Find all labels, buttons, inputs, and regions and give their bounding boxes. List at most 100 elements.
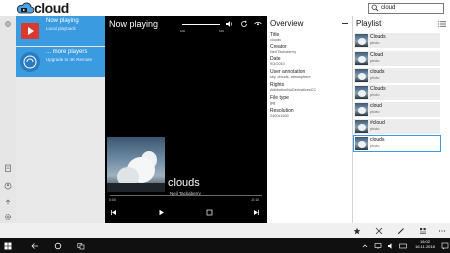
volume-min-label: 100 (180, 29, 186, 33)
volume-slider[interactable] (182, 24, 220, 25)
player-title: Now playing (46, 18, 79, 24)
cloud-logo-icon (16, 2, 34, 14)
edit-icon[interactable] (397, 227, 405, 235)
player-tile-more[interactable]: ... more players Upgrade to 4K Remote (16, 47, 105, 77)
field-value: Neil Tackaberry (270, 50, 297, 54)
item-name: Clouds (370, 34, 386, 40)
play-icon[interactable] (158, 209, 165, 216)
taskbar: 16:02 16.11.2018 (0, 238, 450, 253)
list-menu-icon[interactable] (438, 21, 446, 27)
notifications-icon[interactable] (441, 242, 449, 250)
item-type: photo (370, 76, 380, 80)
volume-slider-fill (182, 24, 220, 25)
photo-thumbnail (355, 137, 368, 150)
playlist-item[interactable]: clouds photo (354, 68, 440, 83)
item-name: Cloud (370, 52, 384, 58)
queue-icon[interactable] (419, 227, 427, 235)
item-name: clouds (370, 69, 385, 75)
item-type: photo (370, 93, 380, 97)
playlist-panel: Playlist Clouds photo Cloud photo clouds… (353, 16, 450, 223)
field-value: AttributionNoDerivativesCC (270, 88, 317, 92)
upload-icon[interactable] (4, 198, 12, 206)
search-icon[interactable] (371, 4, 379, 12)
stop-icon[interactable] (206, 209, 213, 216)
item-name: #cloud (370, 120, 385, 126)
repeat-icon[interactable] (240, 20, 248, 28)
field-value: jpg (270, 101, 276, 105)
playlist-item-selected[interactable]: clouds photo (353, 135, 441, 152)
photo-thumbnail (355, 69, 368, 82)
time-elapsed: 0:00 (109, 198, 116, 202)
search-input[interactable]: cloud (368, 3, 444, 14)
favorite-add-icon[interactable] (353, 227, 361, 235)
overview-field: Rights AttributionNoDerivativesCC (270, 82, 350, 93)
cortana-icon[interactable] (54, 242, 62, 250)
time-remaining: -0:10 (251, 198, 259, 202)
overview-panel: Overview Title clouds Creator Neil Tacka… (267, 16, 352, 223)
player-subtitle: Upgrade to 4K Remote (46, 57, 93, 62)
item-name: Clouds (370, 86, 386, 92)
album-art-image (107, 137, 165, 192)
windows-start-icon[interactable] (4, 242, 12, 250)
logo-text: cloud (34, 0, 69, 16)
app-window: cloud cloud Now playing Local playback .… (0, 0, 450, 253)
players-column: Now playing Local playback ... more play… (16, 16, 105, 223)
field-value: clouds (270, 38, 281, 42)
photo-thumbnail (355, 86, 368, 99)
item-name: cloud (370, 103, 382, 109)
playlist-item[interactable]: #cloud photo (354, 119, 440, 134)
chevron-up-icon[interactable] (361, 242, 369, 250)
local-playback-icon (21, 23, 39, 39)
photo-thumbnail (355, 34, 368, 47)
back-arrow-icon[interactable] (31, 242, 39, 250)
eye-icon[interactable] (254, 20, 262, 28)
task-view-icon[interactable] (77, 242, 85, 250)
seek-bar[interactable] (110, 195, 262, 196)
playlist-title: Playlist (356, 19, 382, 28)
item-type: photo (370, 110, 380, 114)
overview-field: Title clouds (270, 32, 350, 43)
photo-thumbnail (355, 120, 368, 133)
overview-field: Date 9/3/2010 (270, 56, 350, 67)
player-tile-local[interactable]: Now playing Local playback (16, 16, 105, 46)
overview-field: Creator Neil Tackaberry (270, 44, 350, 55)
song-title: clouds (168, 177, 200, 189)
now-playing-title: Now playing (109, 19, 159, 29)
playlist-item[interactable]: Clouds photo (354, 33, 440, 48)
item-name: clouds (370, 137, 385, 143)
playlist-item[interactable]: Clouds photo (354, 85, 440, 100)
player-subtitle: Local playback (46, 26, 76, 31)
more-icon[interactable] (438, 227, 446, 235)
field-value: sky, clouds, atmosphere (270, 75, 311, 79)
clock[interactable]: 16:02 16.11.2018 (410, 239, 440, 249)
item-type: photo (370, 59, 380, 63)
next-icon[interactable] (253, 209, 260, 216)
previous-icon[interactable] (110, 209, 117, 216)
overview-field: File type jpg (270, 95, 350, 106)
overview-field: Resolution 2400x1600 (270, 108, 350, 119)
item-type: photo (370, 127, 380, 131)
speaker-icon[interactable] (387, 242, 395, 250)
playlist-item[interactable]: Cloud photo (354, 51, 440, 66)
playlist-item[interactable]: cloud photo (354, 102, 440, 117)
clock-date: 16.11.2018 (415, 244, 435, 249)
close-icon[interactable] (375, 227, 383, 235)
collapse-icon[interactable] (342, 23, 348, 24)
clipboard-icon[interactable] (4, 164, 12, 172)
user-icon[interactable] (4, 182, 12, 190)
left-rail (0, 16, 16, 223)
volume-max-label: 100 (219, 29, 225, 33)
keyboard-icon[interactable] (399, 242, 407, 250)
volume-icon[interactable] (225, 20, 233, 28)
player-title: ... more players (46, 49, 88, 55)
network-icon[interactable] (374, 242, 382, 250)
remote-icon (20, 52, 40, 72)
photo-thumbnail (355, 103, 368, 116)
command-bar (0, 223, 450, 238)
photo-thumbnail (355, 52, 368, 65)
overview-field: User annotation sky, clouds, atmosphere (270, 69, 350, 80)
settings-icon[interactable] (4, 20, 12, 28)
gear-icon[interactable] (4, 213, 12, 221)
now-playing-panel: Now playing 100 100 clouds Neil Tackaber… (105, 16, 267, 223)
overview-title: Overview (270, 19, 304, 28)
